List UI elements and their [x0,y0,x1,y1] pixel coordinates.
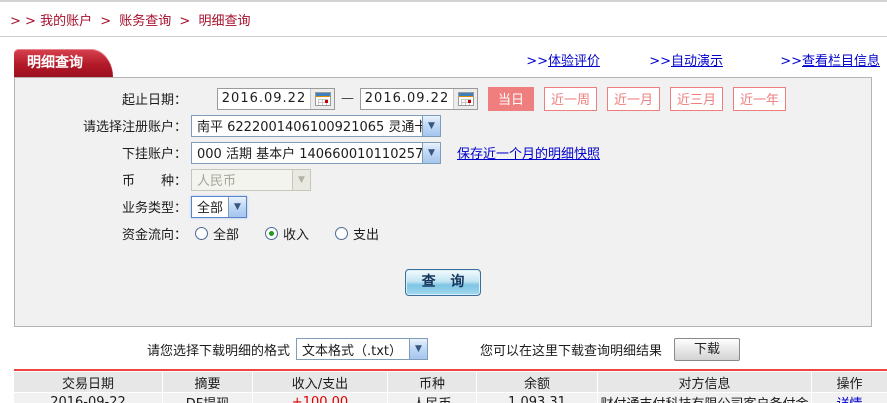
breadcrumb-separator: > [100,14,111,29]
fund-flow-row: 资金流向： 全部 收入 支出 [15,220,871,247]
cell-counterparty: 财付通支付科技有限公司客户备付金 [598,393,812,403]
flow-option-all[interactable]: 全部 [195,224,239,243]
quick-range-week-button[interactable]: 近一周 [544,87,597,111]
query-form-panel: 起止日期： 2016.09.22 — 2016.09.22 当日 近一周 近一月… [14,77,872,327]
flow-option-income[interactable]: 收入 [265,224,309,243]
download-hint-text: 您可以在这里下载查询明细结果 [480,340,662,359]
tab-detail-query[interactable]: 明细查询 [14,49,113,77]
link-arrows: >> [780,54,802,69]
quick-range-month-button[interactable]: 近一月 [607,87,660,111]
currency-row: 币 种： 人民币 ▼ [15,166,871,193]
date-to-input[interactable]: 2016.09.22 [360,88,478,110]
chevron-down-icon: ▼ [422,116,440,136]
cell-balance: 1,093.31 [477,393,598,403]
chevron-down-icon: ▼ [228,197,246,217]
chevron-down-icon: ▼ [409,339,427,359]
breadcrumb-prefix: > > [10,14,36,29]
link-arrows: >> [649,54,671,69]
breadcrumb-item-detail-query[interactable]: 明细查询 [198,14,250,29]
query-button-row: 查 询 [15,269,871,296]
breadcrumb-item-account-query[interactable]: 账务查询 [119,14,171,29]
col-header-action: 操作 [812,372,887,392]
quick-range-year-button[interactable]: 近一年 [733,87,786,111]
date-range-group: 2016.09.22 — 2016.09.22 当日 近一周 近一月 近三月 近… [217,87,786,111]
date-range-dash: — [341,91,354,106]
cell-trade-date: 2016-09-22 [14,393,163,403]
register-account-label: 请选择注册账户： [15,116,187,135]
detail-link[interactable]: 详情 [836,397,862,403]
auto-demo-link[interactable]: >>自动演示 [649,50,723,69]
download-format-select[interactable]: 文本格式（.txt） ▼ [296,338,428,360]
fund-flow-label: 资金流向： [15,224,187,243]
col-header-summary: 摘要 [163,372,253,392]
cell-currency: 人民币 [388,393,477,403]
transactions-table: 交易日期 摘要 收入/支出 币种 余额 对方信息 操作 2016-09-22 D… [14,371,887,403]
download-row: 请您选择下载明细的格式 文本格式（.txt） ▼ 您可以在这里下载查询明细结果 … [0,336,887,362]
col-header-currency: 币种 [388,372,477,392]
quick-range-3months-button[interactable]: 近三月 [670,87,723,111]
tab-bar: 明细查询 >>体验评价 >>自动演示 >>查看栏目信息 [0,37,887,77]
link-arrows: >> [526,54,548,69]
currency-select: 人民币 ▼ [191,169,311,191]
date-range-label: 起止日期： [15,89,187,108]
col-header-counterparty: 对方信息 [598,372,812,392]
col-header-balance: 余额 [477,372,598,392]
business-type-label: 业务类型： [15,197,187,216]
breadcrumb-item-my-account[interactable]: 我的账户 [40,14,92,29]
chevron-down-icon: ▼ [422,143,440,163]
radio-unchecked-icon [335,227,348,240]
radio-unchecked-icon [195,227,208,240]
quick-range-today-button[interactable]: 当日 [488,87,534,111]
experience-review-link[interactable]: >>体验评价 [526,50,600,69]
cell-income-expense: +100.00 [253,393,388,403]
fund-flow-options: 全部 收入 支出 [195,224,405,243]
col-header-income-expense: 收入/支出 [253,372,388,392]
date-from-input[interactable]: 2016.09.22 [217,88,335,110]
query-button[interactable]: 查 询 [405,269,481,296]
table-row: 2016-09-22 DF提现 +100.00 人民币 1,093.31 财付通… [14,393,887,403]
calendar-icon[interactable] [453,89,477,109]
flow-option-expense[interactable]: 支出 [335,224,379,243]
calendar-icon[interactable] [310,89,334,109]
table-header-row: 交易日期 摘要 收入/支出 币种 余额 对方信息 操作 [14,372,887,392]
breadcrumb: > > 我的账户 > 账务查询 > 明细查询 [0,2,887,36]
business-type-row: 业务类型： 全部 ▼ [15,193,871,220]
register-account-row: 请选择注册账户： 南平 6222001406100921065 灵通卡 ▼ [15,112,871,139]
radio-checked-icon [265,227,278,240]
view-column-info-link[interactable]: >>查看栏目信息 [780,50,880,69]
download-button[interactable]: 下载 [674,338,740,361]
breadcrumb-separator: > [179,14,190,29]
sub-account-row: 下挂账户： 000 活期 基本户 1406600101102571848 ▼ 保… [15,139,871,166]
cell-summary: DF提现 [163,393,253,403]
chevron-down-icon: ▼ [292,170,310,190]
date-range-row: 起止日期： 2016.09.22 — 2016.09.22 当日 近一周 近一月… [15,85,871,112]
save-snapshot-link[interactable]: 保存近一个月的明细快照 [457,143,600,162]
business-type-select[interactable]: 全部 ▼ [191,196,247,218]
register-account-select[interactable]: 南平 6222001406100921065 灵通卡 ▼ [191,115,441,137]
col-header-trade-date: 交易日期 [14,372,163,392]
currency-label: 币 种： [15,170,187,189]
cell-action: 详情 [812,393,887,403]
sub-account-select[interactable]: 000 活期 基本户 1406600101102571848 ▼ [191,142,441,164]
sub-account-label: 下挂账户： [15,143,187,162]
download-format-label: 请您选择下载明细的格式 [147,340,290,359]
